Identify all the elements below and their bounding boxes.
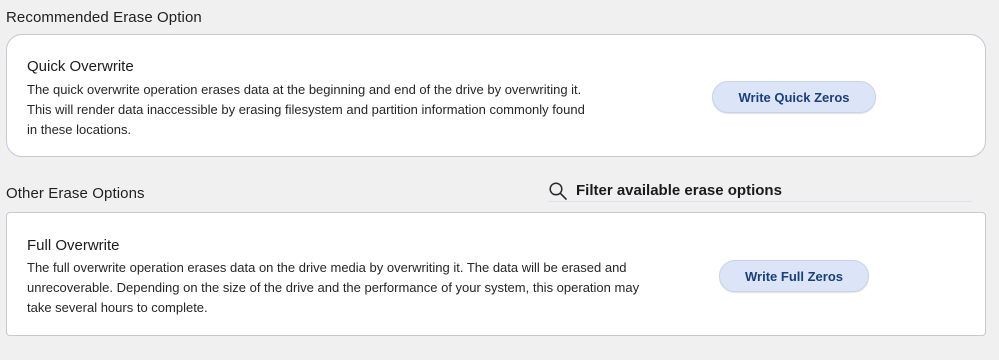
quick-overwrite-title: Quick Overwrite [27, 58, 134, 75]
filter-erase-options[interactable]: Filter available erase options [548, 180, 972, 202]
quick-overwrite-description: The quick overwrite operation erases dat… [27, 82, 585, 137]
write-quick-zeros-button[interactable]: Write Quick Zeros [712, 81, 876, 113]
write-full-zeros-button[interactable]: Write Full Zeros [719, 260, 869, 292]
full-overwrite-card: Full Overwrite The full overwrite operat… [6, 212, 986, 336]
full-overwrite-title: Full Overwrite [27, 237, 120, 254]
search-icon [549, 181, 567, 200]
recommended-section-label: Recommended Erase Option [6, 9, 202, 26]
other-section-label: Other Erase Options [6, 185, 145, 202]
full-overwrite-description: The full overwrite operation erases data… [27, 260, 640, 315]
quick-overwrite-card: Quick Overwrite The quick overwrite oper… [6, 34, 986, 157]
filter-erase-options-text: Filter available erase options [576, 182, 782, 199]
